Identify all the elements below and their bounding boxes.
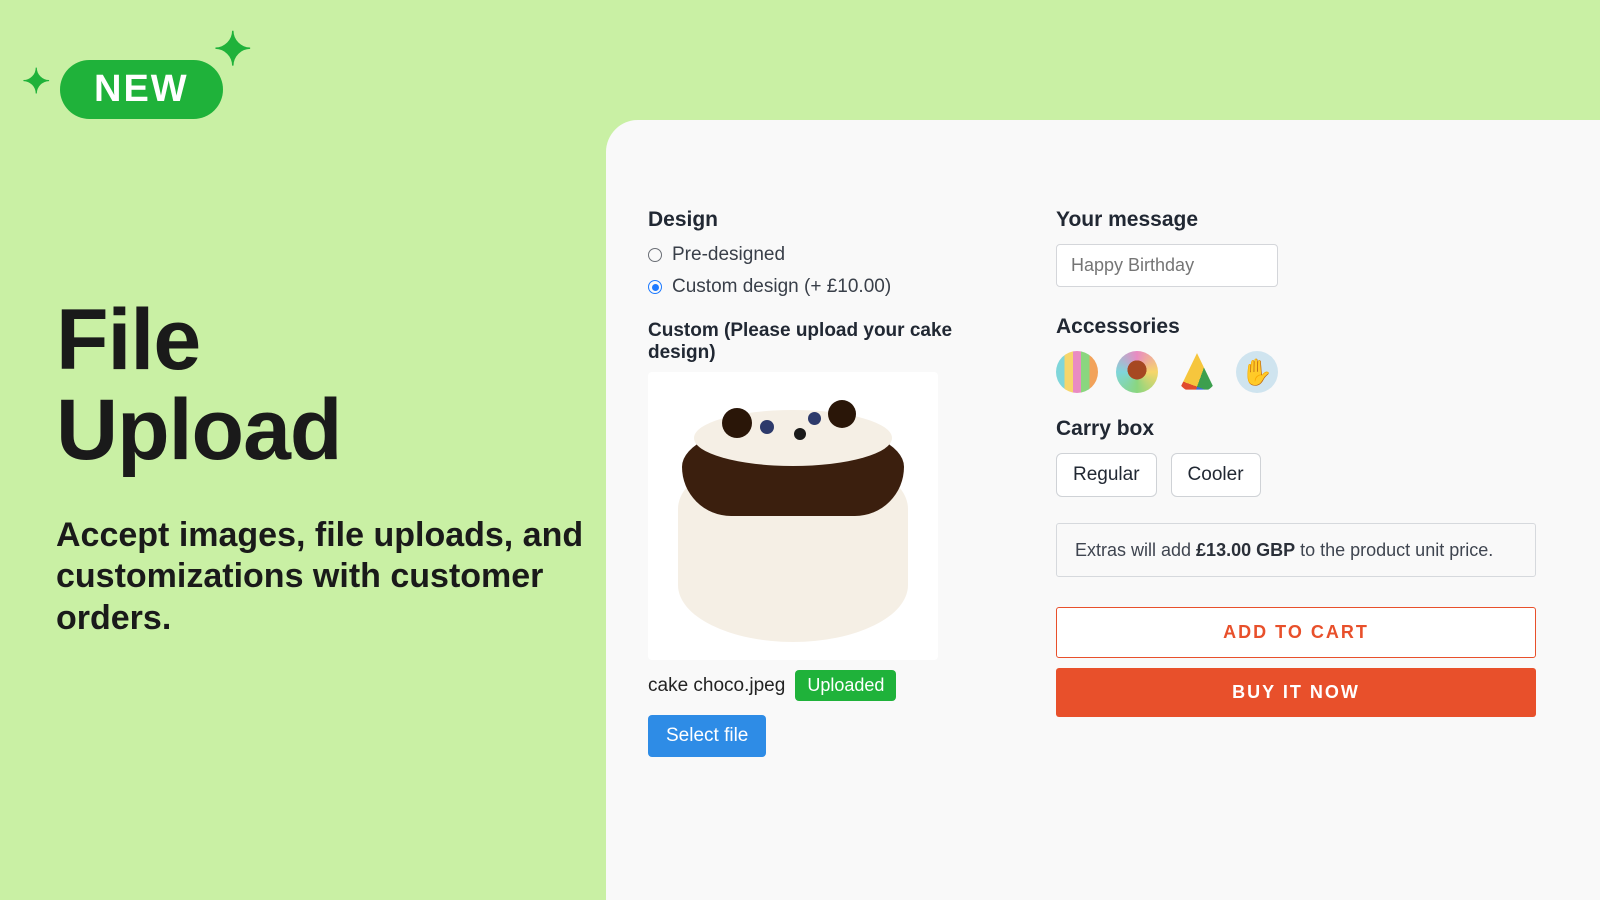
extras-prefix: Extras will add <box>1075 540 1196 560</box>
hero-title-line: File <box>56 292 200 388</box>
sparkle-icon: ✦ <box>213 22 252 76</box>
add-to-cart-button[interactable]: ADD TO CART <box>1056 607 1536 658</box>
accessory-sprinkles[interactable] <box>1116 351 1158 393</box>
new-pill: NEW <box>60 60 223 119</box>
sparkle-icon: ✦ <box>22 62 51 102</box>
radio-label: Custom design (+ £10.00) <box>672 276 891 298</box>
new-badge: ✦ ✦ NEW <box>22 28 252 138</box>
radio-predesigned[interactable]: Pre-designed <box>648 244 978 266</box>
accessory-hand-print[interactable]: ✋ <box>1236 351 1278 393</box>
hero-title: File Upload <box>56 295 341 476</box>
extras-amount: £13.00 GBP <box>1196 540 1295 560</box>
upload-label: Custom (Please upload your cake design) <box>648 320 978 364</box>
select-file-button[interactable]: Select file <box>648 715 766 757</box>
carrybox-label: Carry box <box>1056 417 1536 441</box>
message-label: Your message <box>1056 208 1536 232</box>
design-label: Design <box>648 208 978 232</box>
uploaded-filename: cake choco.jpeg <box>648 675 785 697</box>
extras-price-note: Extras will add £13.00 GBP to the produc… <box>1056 523 1536 577</box>
message-input[interactable] <box>1056 244 1278 287</box>
product-options-card: Design Pre-designed Custom design (+ £10… <box>606 120 1600 900</box>
upload-preview-image <box>648 372 938 660</box>
buy-it-now-button[interactable]: BUY IT NOW <box>1056 668 1536 717</box>
hero-title-line: Upload <box>56 382 341 478</box>
accessory-candles[interactable] <box>1056 351 1098 393</box>
carrybox-regular[interactable]: Regular <box>1056 453 1157 497</box>
accessory-party-hat[interactable] <box>1176 351 1218 393</box>
radio-label: Pre-designed <box>672 244 785 266</box>
extras-suffix: to the product unit price. <box>1295 540 1493 560</box>
hero-subtitle: Accept images, file uploads, and customi… <box>56 515 596 639</box>
carrybox-cooler[interactable]: Cooler <box>1171 453 1261 497</box>
radio-custom-design[interactable]: Custom design (+ £10.00) <box>648 276 978 298</box>
radio-icon <box>648 248 662 262</box>
upload-status-badge: Uploaded <box>795 670 896 701</box>
accessories-label: Accessories <box>1056 315 1536 339</box>
radio-icon <box>648 280 662 294</box>
